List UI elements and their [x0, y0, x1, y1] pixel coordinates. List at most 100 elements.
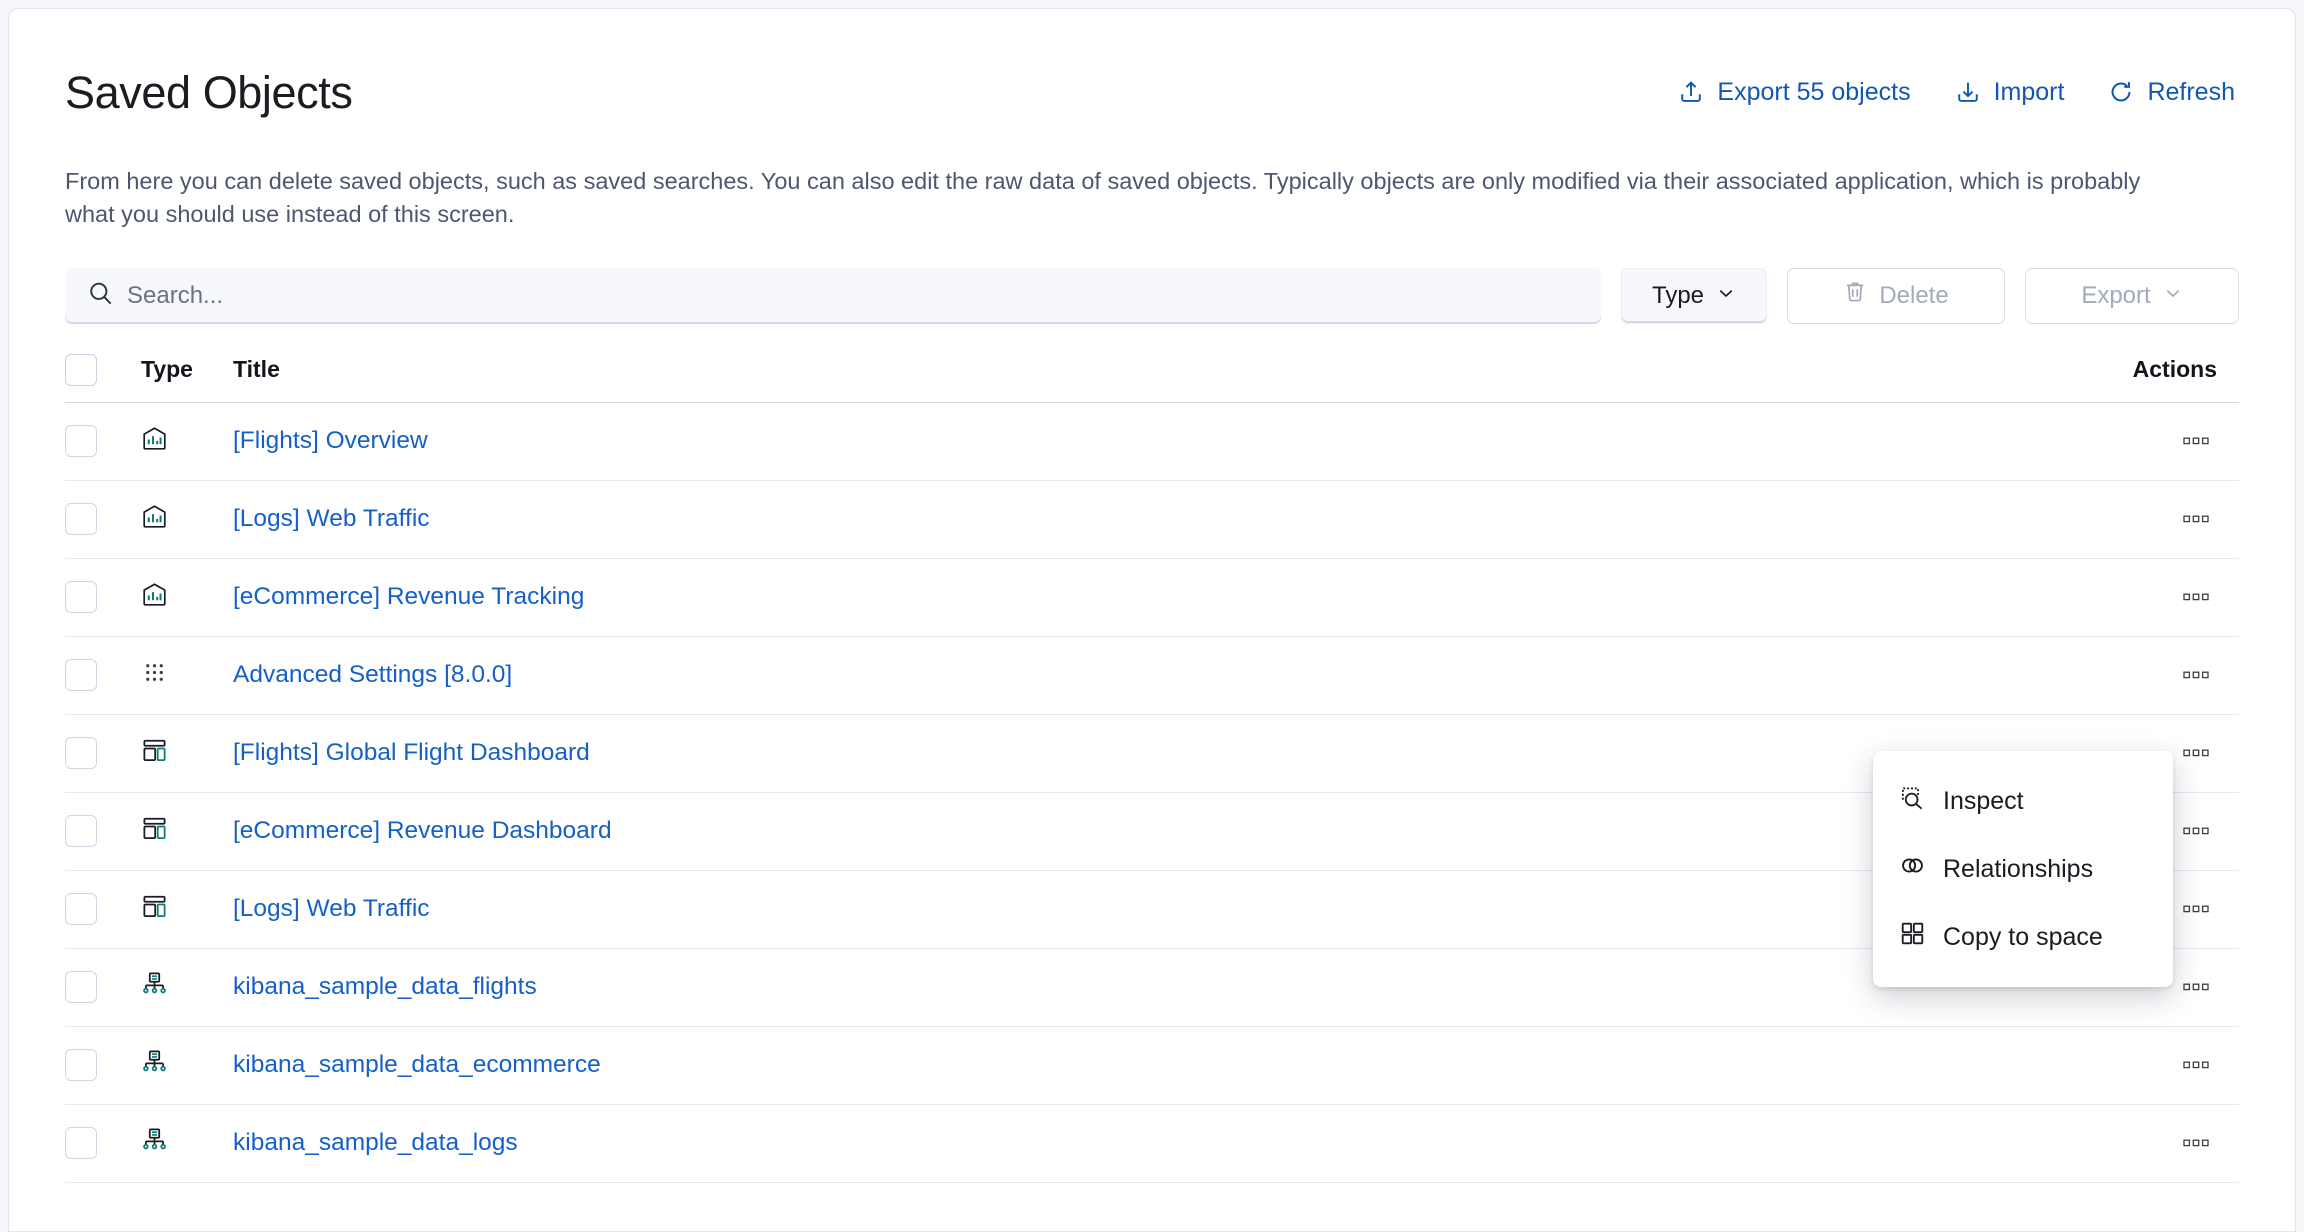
row-title-link[interactable]: Advanced Settings [8.0.0] — [233, 661, 512, 688]
select-all-header — [65, 354, 141, 403]
table-row: Advanced Settings [8.0.0] — [65, 636, 2239, 714]
row-type-cell — [141, 1026, 233, 1104]
row-title-cell: kibana_sample_data_ecommerce — [233, 1026, 2029, 1104]
table-row: kibana_sample_data_logs — [65, 1104, 2239, 1182]
row-title-link[interactable]: [eCommerce] Revenue Dashboard — [233, 817, 612, 844]
row-checkbox[interactable] — [65, 581, 97, 613]
row-actions-menu-button[interactable] — [2179, 664, 2213, 686]
row-title-cell: Advanced Settings [8.0.0] — [233, 636, 2029, 714]
row-checkbox[interactable] — [65, 971, 97, 1003]
row-select-cell — [65, 558, 141, 636]
row-title-cell: [Logs] Web Traffic — [233, 480, 2029, 558]
relationships-icon — [1899, 852, 1926, 886]
row-actions-cell — [2029, 636, 2239, 714]
row-checkbox[interactable] — [65, 1127, 97, 1159]
row-context-menu: Inspect Relationships Copy to space — [1873, 751, 2173, 987]
refresh-label: Refresh — [2147, 80, 2235, 105]
row-title-link[interactable]: kibana_sample_data_ecommerce — [233, 1051, 601, 1078]
menu-item-copy-to-space[interactable]: Copy to space — [1873, 903, 2173, 971]
inspect-icon — [1899, 784, 1926, 818]
row-actions-menu-button[interactable] — [2179, 976, 2213, 998]
row-type-cell — [141, 948, 233, 1026]
table-row: [eCommerce] Revenue Tracking — [65, 558, 2239, 636]
index-pattern-icon — [141, 985, 168, 1002]
trash-icon — [1843, 280, 1867, 311]
search-field-wrapper[interactable] — [65, 268, 1601, 324]
dashboard-icon — [141, 829, 168, 846]
row-select-cell — [65, 792, 141, 870]
row-title-cell: [Flights] Global Flight Dashboard — [233, 714, 2029, 792]
visualization-icon — [141, 517, 168, 534]
row-type-cell — [141, 558, 233, 636]
export-objects-button[interactable]: Export 55 objects — [1678, 79, 1910, 105]
row-select-cell — [65, 480, 141, 558]
row-checkbox[interactable] — [65, 425, 97, 457]
row-checkbox[interactable] — [65, 659, 97, 691]
row-actions-cell — [2029, 558, 2239, 636]
row-title-link[interactable]: [Flights] Overview — [233, 427, 428, 454]
import-icon — [1955, 79, 1981, 105]
row-title-link[interactable]: [eCommerce] Revenue Tracking — [233, 583, 584, 610]
row-actions-menu-button[interactable] — [2179, 820, 2213, 842]
row-actions-menu-button[interactable] — [2179, 742, 2213, 764]
row-title-link[interactable]: kibana_sample_data_logs — [233, 1129, 518, 1156]
row-title-cell: [eCommerce] Revenue Tracking — [233, 558, 2029, 636]
row-actions-menu-button[interactable] — [2179, 586, 2213, 608]
row-title-link[interactable]: kibana_sample_data_flights — [233, 973, 537, 1000]
title-column-header: Title — [233, 354, 2029, 403]
export-button[interactable]: Export — [2025, 268, 2239, 324]
menu-item-relationships[interactable]: Relationships — [1873, 835, 2173, 903]
row-type-cell — [141, 402, 233, 480]
menu-item-inspect-label: Inspect — [1943, 789, 2024, 814]
row-actions-menu-button[interactable] — [2179, 508, 2213, 530]
menu-item-inspect[interactable]: Inspect — [1873, 767, 2173, 835]
row-actions-menu-button[interactable] — [2179, 898, 2213, 920]
row-type-cell — [141, 792, 233, 870]
row-actions-menu-button[interactable] — [2179, 1132, 2213, 1154]
import-button[interactable]: Import — [1955, 79, 2065, 105]
row-actions-cell — [2029, 480, 2239, 558]
row-actions-menu-button[interactable] — [2179, 1054, 2213, 1076]
copy-to-space-icon — [1899, 920, 1926, 954]
type-column-header: Type — [141, 354, 233, 403]
row-title-cell: [eCommerce] Revenue Dashboard — [233, 792, 2029, 870]
row-actions-cell — [2029, 402, 2239, 480]
row-title-link[interactable]: [Logs] Web Traffic — [233, 895, 430, 922]
index-pattern-icon — [141, 1141, 168, 1158]
type-filter-button[interactable]: Type — [1621, 268, 1767, 324]
table-row: [Logs] Web Traffic — [65, 480, 2239, 558]
row-checkbox[interactable] — [65, 815, 97, 847]
export-icon — [1678, 79, 1704, 105]
index-pattern-icon — [141, 1063, 168, 1080]
delete-label: Delete — [1879, 282, 1948, 310]
export-objects-label: Export 55 objects — [1717, 80, 1910, 105]
advanced-settings-icon — [141, 673, 168, 690]
row-checkbox[interactable] — [65, 893, 97, 925]
row-actions-cell — [2029, 1104, 2239, 1182]
delete-button[interactable]: Delete — [1787, 268, 2005, 324]
table-row: kibana_sample_data_ecommerce — [65, 1026, 2239, 1104]
import-label: Import — [1994, 80, 2065, 105]
controls-bar: Type Delete — [65, 268, 2239, 324]
search-input[interactable] — [127, 268, 1601, 324]
row-type-cell — [141, 714, 233, 792]
search-icon — [87, 280, 114, 312]
chevron-down-icon — [1716, 282, 1736, 310]
row-actions-menu-button[interactable] — [2179, 430, 2213, 452]
row-checkbox[interactable] — [65, 737, 97, 769]
table-row: [Flights] Overview — [65, 402, 2239, 480]
row-select-cell — [65, 636, 141, 714]
row-select-cell — [65, 948, 141, 1026]
row-title-link[interactable]: [Logs] Web Traffic — [233, 505, 430, 532]
chevron-down-icon — [2163, 282, 2183, 310]
row-title-cell: kibana_sample_data_flights — [233, 948, 2029, 1026]
row-select-cell — [65, 1104, 141, 1182]
row-title-cell: [Logs] Web Traffic — [233, 870, 2029, 948]
row-title-link[interactable]: [Flights] Global Flight Dashboard — [233, 739, 590, 766]
type-filter-label: Type — [1652, 282, 1704, 310]
row-checkbox[interactable] — [65, 503, 97, 535]
select-all-checkbox[interactable] — [65, 354, 97, 386]
row-type-cell — [141, 480, 233, 558]
row-checkbox[interactable] — [65, 1049, 97, 1081]
refresh-button[interactable]: Refresh — [2108, 79, 2235, 105]
